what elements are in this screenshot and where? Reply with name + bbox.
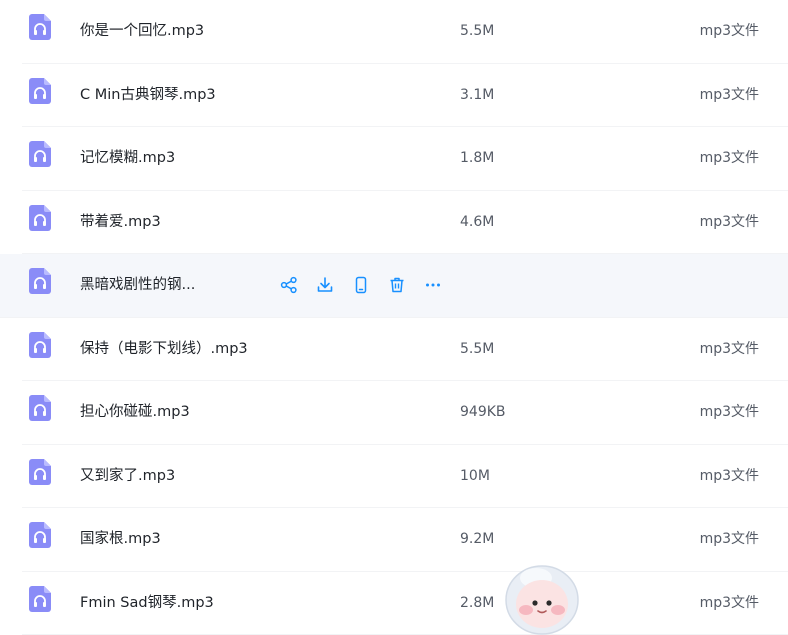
file-size: 1.8M <box>460 127 494 190</box>
file-name[interactable]: 黑暗戏剧性的钢... <box>80 254 195 317</box>
file-size: 3.1M <box>460 64 494 127</box>
file-name[interactable]: 带着爱.mp3 <box>80 191 161 254</box>
file-row[interactable]: C Min古典钢琴.mp3 3.1M mp3文件 <box>22 64 788 128</box>
file-type: mp3文件 <box>700 572 759 635</box>
file-row[interactable]: 记忆模糊.mp3 1.8M mp3文件 <box>22 127 788 191</box>
file-name[interactable]: C Min古典钢琴.mp3 <box>80 64 216 127</box>
file-type: mp3文件 <box>700 127 759 190</box>
audio-file-icon <box>29 78 51 104</box>
file-name[interactable]: 国家根.mp3 <box>80 508 161 571</box>
more-icon[interactable] <box>422 274 444 296</box>
file-row[interactable]: 国家根.mp3 9.2M mp3文件 <box>22 508 788 572</box>
file-size: 2.8M <box>460 572 494 635</box>
file-size: 4.6M <box>460 191 494 254</box>
file-row[interactable]: 又到家了.mp3 10M mp3文件 <box>22 445 788 509</box>
audio-file-icon <box>29 14 51 40</box>
file-size: 949KB <box>460 381 506 444</box>
file-type: mp3文件 <box>700 0 759 63</box>
file-size: 5.5M <box>460 0 494 63</box>
file-list: 你是一个回忆.mp3 5.5M mp3文件 C Min古典钢琴.mp3 3.1M… <box>0 0 788 635</box>
file-type: mp3文件 <box>700 64 759 127</box>
file-size: 5.5M <box>460 318 494 381</box>
phone-icon[interactable] <box>350 274 372 296</box>
audio-file-icon <box>29 332 51 358</box>
file-name[interactable]: Fmin Sad钢琴.mp3 <box>80 572 214 635</box>
file-row[interactable]: 担心你碰碰.mp3 949KB mp3文件 <box>22 381 788 445</box>
audio-file-icon <box>29 522 51 548</box>
file-row[interactable]: 带着爱.mp3 4.6M mp3文件 <box>22 191 788 255</box>
file-size: 9.2M <box>460 508 494 571</box>
file-name[interactable]: 记忆模糊.mp3 <box>80 127 175 190</box>
trash-icon[interactable] <box>386 274 408 296</box>
audio-file-icon <box>29 205 51 231</box>
file-row[interactable]: Fmin Sad钢琴.mp3 2.8M mp3文件 <box>22 572 788 635</box>
file-name[interactable]: 保持（电影下划线）.mp3 <box>80 318 248 381</box>
row-actions <box>278 274 444 296</box>
file-type: mp3文件 <box>700 318 759 381</box>
file-row-hovered[interactable]: 黑暗戏剧性的钢... <box>0 254 788 318</box>
file-row[interactable]: 保持（电影下划线）.mp3 5.5M mp3文件 <box>22 318 788 382</box>
audio-file-icon <box>29 459 51 485</box>
audio-file-icon <box>29 586 51 612</box>
file-name[interactable]: 担心你碰碰.mp3 <box>80 381 190 444</box>
file-name[interactable]: 你是一个回忆.mp3 <box>80 0 204 63</box>
download-icon[interactable] <box>314 274 336 296</box>
file-size: 10M <box>460 445 490 508</box>
file-type: mp3文件 <box>700 445 759 508</box>
audio-file-icon <box>29 395 51 421</box>
file-row[interactable]: 你是一个回忆.mp3 5.5M mp3文件 <box>22 0 788 64</box>
file-type: mp3文件 <box>700 508 759 571</box>
file-type: mp3文件 <box>700 381 759 444</box>
file-type: mp3文件 <box>700 191 759 254</box>
audio-file-icon <box>29 268 51 294</box>
assistant-mascot-icon[interactable] <box>500 560 590 635</box>
file-name[interactable]: 又到家了.mp3 <box>80 445 175 508</box>
share-icon[interactable] <box>278 274 300 296</box>
audio-file-icon <box>29 141 51 167</box>
